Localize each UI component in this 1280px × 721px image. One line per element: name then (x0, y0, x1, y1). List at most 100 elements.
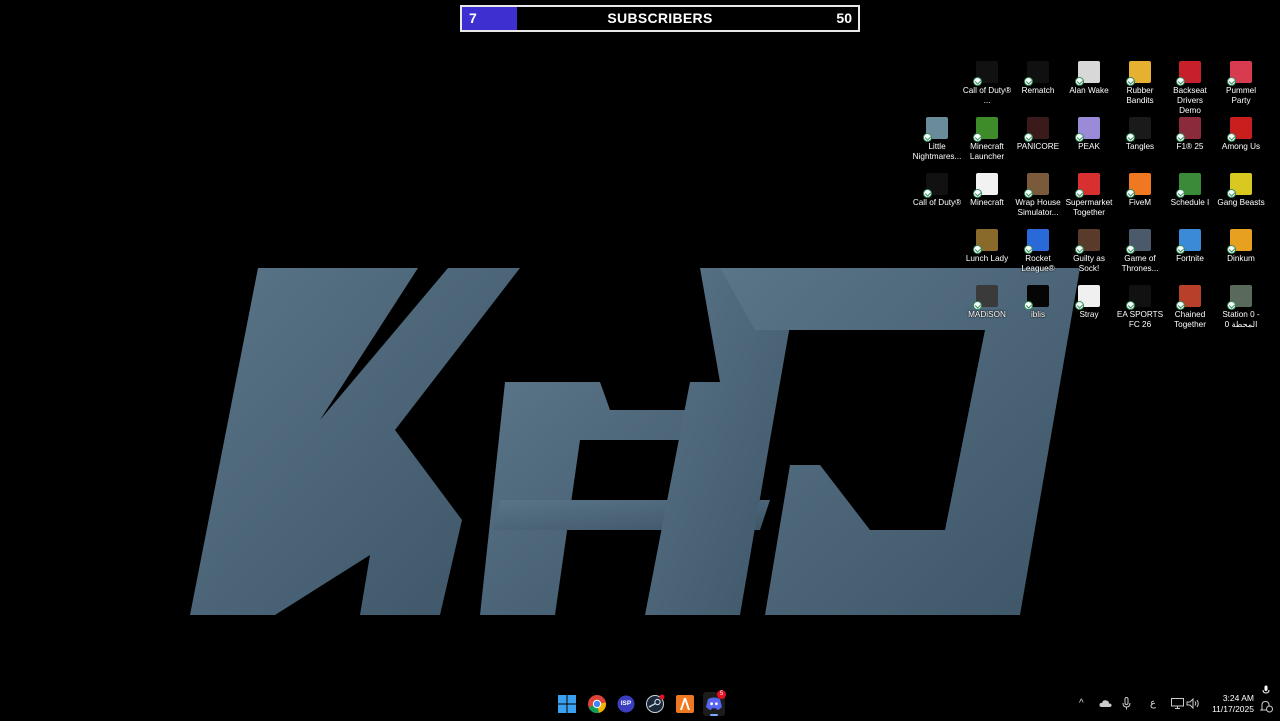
desktop-shortcut[interactable]: Game of Thrones... (1115, 229, 1165, 274)
desktop-shortcut[interactable]: Rocket League® (1013, 229, 1063, 274)
madison-icon (973, 285, 998, 310)
desktop-shortcut-label: Stray (1079, 310, 1099, 319)
desktop-shortcut[interactable]: Pummel Party (1216, 61, 1266, 106)
sync-check-icon (1075, 77, 1084, 86)
desktop-shortcut[interactable]: Dinkum (1216, 229, 1266, 264)
steam-button[interactable] (645, 694, 665, 714)
desktop-shortcut[interactable]: Rematch (1013, 61, 1063, 96)
desktop-shortcut-label: Gang Beasts (1217, 198, 1265, 207)
desktop-shortcut[interactable]: Call of Duty® ... (962, 61, 1012, 106)
little-nightmares-icon (923, 117, 948, 142)
volume-icon[interactable] (1186, 697, 1200, 712)
desktop-shortcut[interactable]: iblis (1013, 285, 1063, 320)
desktop-shortcut[interactable]: Guilty as Sock! (1064, 229, 1114, 274)
taskbar: ISP 5 ^ ع 3:24 AM 11/17/2025 (0, 685, 1280, 720)
desktop-shortcut-label: iblis (1030, 310, 1046, 319)
sync-check-icon (1176, 133, 1185, 142)
desktop-shortcut[interactable]: Fortnite (1165, 229, 1215, 264)
schedule-i-icon (1176, 173, 1201, 198)
desktop-shortcut-label: Among Us (1221, 142, 1261, 151)
panicore-icon (1024, 117, 1049, 142)
desktop-shortcut-label: Dinkum (1227, 254, 1255, 263)
sync-check-icon (1024, 77, 1033, 86)
isp-button[interactable]: ISP (616, 694, 636, 714)
sync-check-icon (1227, 301, 1236, 310)
desktop-shortcut[interactable]: Lunch Lady (962, 229, 1012, 264)
sync-check-icon (973, 133, 982, 142)
desktop-shortcut[interactable]: Minecraft (962, 173, 1012, 208)
iblis-icon (1024, 285, 1049, 310)
desktop-shortcut[interactable]: PANICORE (1013, 117, 1063, 152)
desktop-shortcut[interactable]: Chained Together (1165, 285, 1215, 330)
sync-check-icon (1227, 77, 1236, 86)
desktop-shortcut[interactable]: MADiSON (962, 285, 1012, 320)
sync-check-icon (1176, 77, 1185, 86)
chrome-button[interactable] (587, 694, 607, 714)
desktop-shortcut[interactable]: Wrap House Simulator... (1013, 173, 1063, 218)
desktop-shortcut[interactable]: Station 0 - المحطة 0 (1216, 285, 1266, 330)
tangles-icon (1126, 117, 1151, 142)
sync-check-icon (1227, 189, 1236, 198)
sync-check-icon (1126, 245, 1135, 254)
desktop-shortcut-label: Supermarket Together (1065, 198, 1113, 217)
desktop-shortcut[interactable]: F1® 25 (1165, 117, 1215, 152)
desktop-shortcut[interactable]: Tangles (1115, 117, 1165, 152)
onedrive-icon[interactable] (1099, 699, 1112, 711)
desktop-shortcut-label: Tangles (1125, 142, 1155, 151)
desktop-shortcut[interactable]: EA SPORTS FC 26 (1115, 285, 1165, 330)
network-icon[interactable] (1171, 698, 1184, 712)
sync-check-icon (973, 189, 982, 198)
sync-check-icon (1024, 301, 1033, 310)
mic-in-use-icon[interactable] (1262, 685, 1270, 698)
desktop-shortcut[interactable]: Supermarket Together (1064, 173, 1114, 218)
desktop-shortcut-label: Chained Together (1174, 310, 1206, 329)
chained-together-icon (1176, 285, 1201, 310)
subscriber-goal-bar: 7 SUBSCRIBERS 50 (460, 5, 860, 32)
desktop-shortcut[interactable]: Minecraft Launcher (962, 117, 1012, 162)
windows-icon (558, 695, 576, 713)
chrome-icon (588, 695, 607, 714)
notification-bell-icon[interactable] (1259, 700, 1273, 716)
sync-check-icon (973, 301, 982, 310)
sync-check-icon (1126, 133, 1135, 142)
isp-label: ISP (620, 700, 632, 707)
sync-check-icon (973, 77, 982, 86)
sync-check-icon (1075, 245, 1084, 254)
start-button[interactable] (557, 694, 577, 714)
desktop-shortcut-label: Minecraft Launcher (969, 142, 1005, 161)
microphone-icon[interactable] (1122, 697, 1131, 713)
desktop-shortcut-label: Rubber Bandits (1126, 86, 1154, 105)
desktop-shortcut[interactable]: PEAK (1064, 117, 1114, 152)
clock[interactable]: 3:24 AM 11/17/2025 (1212, 693, 1254, 715)
desktop-shortcut[interactable]: Little Nightmares... (912, 117, 962, 162)
sync-check-icon (1176, 189, 1185, 198)
fivem-taskbar-button[interactable] (675, 694, 695, 714)
desktop-shortcut[interactable]: Schedule I (1165, 173, 1215, 208)
rubber-bandits-icon (1126, 61, 1151, 86)
desktop-shortcut[interactable]: Call of Duty® (912, 173, 962, 208)
show-hidden-icons-button[interactable]: ^ (1079, 698, 1084, 709)
rematch-icon (1024, 61, 1049, 86)
khd-logo (190, 268, 1080, 615)
sync-check-icon (1024, 245, 1033, 254)
desktop-shortcut[interactable]: Alan Wake (1064, 61, 1114, 96)
desktop-shortcut-label: Little Nightmares... (912, 142, 962, 161)
desktop-shortcut[interactable]: Among Us (1216, 117, 1266, 152)
fivem-icon (676, 695, 694, 713)
desktop-shortcut[interactable]: Gang Beasts (1216, 173, 1266, 208)
sync-check-icon (1075, 133, 1084, 142)
desktop-shortcut-label: MADiSON (968, 310, 1006, 319)
discord-button[interactable]: 5 (703, 690, 726, 716)
file-icon (973, 173, 998, 198)
desktop-shortcut[interactable]: Stray (1064, 285, 1114, 320)
among-us-icon (1227, 117, 1252, 142)
desktop-shortcut-label: PANICORE (1016, 142, 1060, 151)
sync-check-icon (923, 133, 932, 142)
desktop-shortcut-label: Schedule I (1170, 198, 1210, 207)
input-language-indicator[interactable]: ع (1150, 698, 1156, 709)
desktop-shortcut[interactable]: Backseat Drivers Demo (1165, 61, 1215, 116)
desktop-shortcut[interactable]: FiveM (1115, 173, 1165, 208)
sync-check-icon (1176, 301, 1185, 310)
desktop-shortcut-label: F1® 25 (1176, 142, 1204, 151)
desktop-shortcut[interactable]: Rubber Bandits (1115, 61, 1165, 106)
